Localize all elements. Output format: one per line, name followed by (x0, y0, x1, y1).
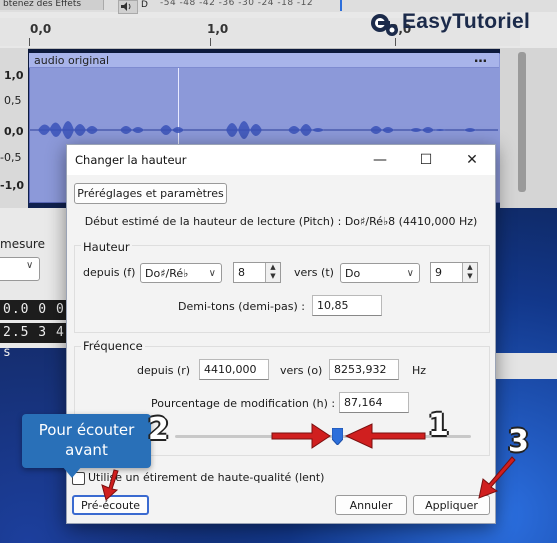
status-bar-fragment (490, 353, 557, 379)
apply-button[interactable]: Appliquer (413, 495, 490, 515)
spinner-arrows-icon[interactable]: ▲ ▼ (265, 263, 280, 282)
frequency-from-label: depuis (r) (137, 364, 191, 377)
amplitude-label: -1,0 (0, 179, 25, 192)
pitch-to-note-value: Do (345, 267, 361, 280)
preview-button[interactable]: Pré-écoute (72, 495, 149, 515)
pitch-from-octave-spinner[interactable]: 8 ▲ ▼ (233, 262, 281, 283)
semitones-field[interactable]: 10,85 (312, 295, 382, 316)
dialog-title: Changer la hauteur (75, 153, 187, 167)
logo-mark-icon (371, 14, 398, 36)
hq-stretch-label: Utilise un étirement de haute-qualité (l… (88, 471, 325, 484)
pitch-from-note-select[interactable]: Do♯/Ré♭ ∨ (140, 263, 222, 283)
speaker-icon[interactable] (118, 0, 138, 14)
annotation-callout: Pour écouter avant (22, 414, 151, 468)
frequency-group-title: Fréquence (81, 339, 145, 353)
annotation-number-3: 3 (508, 424, 529, 459)
annotation-number-2: 2 (148, 412, 169, 447)
meter-marker[interactable] (340, 0, 342, 11)
pitch-to-label: vers (t) (294, 266, 334, 279)
selection-start-time[interactable]: 0.0 0 0 s (0, 300, 67, 337)
mesure-dropdown[interactable] (0, 257, 40, 281)
pitch-to-note-select[interactable]: Do ∨ (340, 263, 420, 283)
ruler-label: 0,0 (30, 22, 52, 36)
amplitude-label: 0,0 (4, 125, 24, 138)
vertical-scrollbar[interactable] (518, 52, 526, 192)
logo-text: EasyTutoriel (402, 10, 531, 33)
effects-menu-fragment[interactable]: btenez des Effets (0, 0, 104, 10)
maximize-icon[interactable]: ☐ (403, 145, 449, 175)
cancel-button[interactable]: Annuler (335, 495, 407, 515)
percent-change-label: Pourcentage de modification (h) : (151, 397, 336, 410)
percent-change-field[interactable]: 87,164 (339, 392, 409, 413)
pitch-group (74, 245, 490, 333)
pitch-group-title: Hauteur (81, 240, 132, 254)
easytutoriel-logo: EasyTutoriel (368, 8, 553, 42)
annotation-callout-line2: avant (65, 441, 108, 459)
ruler-label: 1,0 (207, 22, 229, 36)
chevron-down-icon: ∨ (406, 268, 414, 279)
annotation-callout-tail (62, 466, 82, 478)
percent-slider-track[interactable] (175, 435, 471, 438)
frequency-from-field[interactable]: 4410,000 (199, 359, 269, 380)
chevron-down-icon: ∨ (208, 268, 216, 279)
track-name: audio original (34, 54, 110, 67)
pitch-to-octave-spinner[interactable]: 9 ▲ ▼ (430, 262, 478, 283)
pitch-from-octave-value: 8 (238, 266, 245, 279)
annotation-callout-line1: Pour écouter (38, 421, 135, 439)
track-menu-icon[interactable]: … (474, 51, 488, 66)
semitones-label: Demi-tons (demi-pas) : (178, 300, 305, 313)
amplitude-label: 0,5 (4, 94, 22, 107)
audacity-right-panel (500, 48, 557, 208)
spinner-arrows-icon[interactable]: ▲ ▼ (462, 263, 477, 282)
meter-label: D (141, 0, 148, 10)
frequency-unit: Hz (412, 364, 427, 377)
meter-scale: -54 -48 -42 -36 -30 -24 -18 -12 (160, 0, 314, 8)
annotation-number-1: 1 (428, 408, 449, 443)
minimize-icon[interactable]: — (357, 145, 403, 175)
pitch-from-note-value: Do♯/Ré♭ (145, 267, 189, 280)
pitch-estimate-text: Début estimé de la hauteur de lecture (P… (84, 215, 478, 228)
frequency-to-label: vers (o) (280, 364, 323, 377)
frequency-to-field[interactable]: 8253,932 (329, 359, 399, 380)
percent-slider-thumb[interactable] (332, 428, 344, 445)
amplitude-label: 1,0 (4, 69, 24, 82)
selection-end-time[interactable]: 2.5 3 4 s (0, 323, 67, 360)
pitch-from-label: depuis (f) (83, 266, 136, 279)
chevron-down-icon: ∨ (26, 260, 34, 271)
close-icon[interactable]: ✕ (449, 145, 495, 175)
amplitude-label: -0,5 (0, 151, 22, 164)
pitch-to-octave-value: 9 (435, 266, 442, 279)
presets-button[interactable]: Préréglages et paramètres (74, 183, 227, 204)
mesure-label: mesure (0, 237, 45, 251)
